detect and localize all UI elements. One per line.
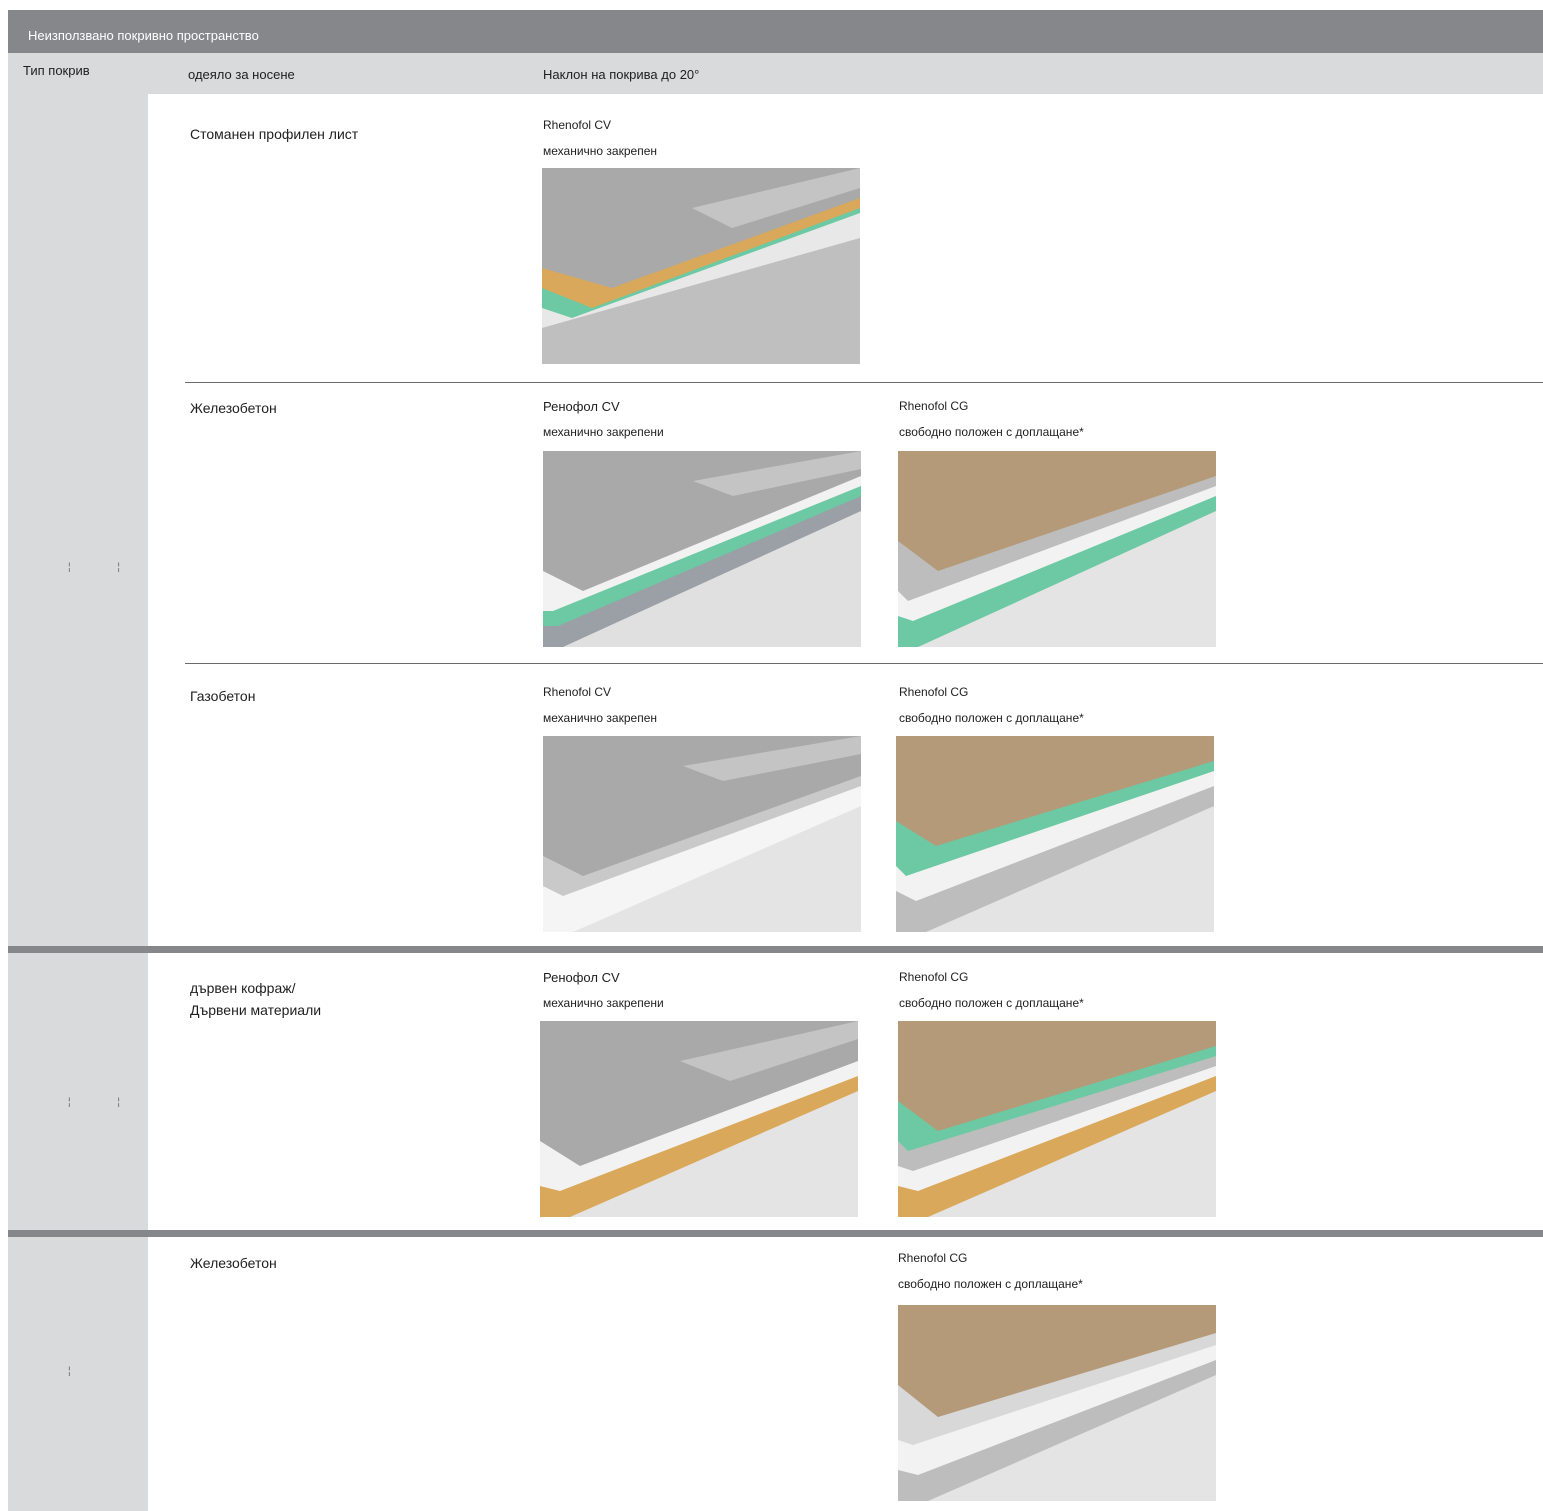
section-divider [8,1230,1543,1237]
deck-label: Железобетон [190,1255,277,1271]
deck-label: Железобетон [190,400,277,416]
roof-type-symbol: ¦ ¦ [68,562,142,573]
roof-build-up-photo [898,1305,1216,1501]
product-desc: механично закрепени [543,996,664,1010]
roof-build-up-photo [898,1021,1216,1217]
table-header-bar: Неизползвано покривно пространство [8,10,1543,53]
product-name: Rhenofol CV [543,118,612,132]
deck-label: Газобетон [190,688,256,704]
roof-build-up-photo [540,1021,858,1217]
product-desc: свободно положен с доплащане* [899,996,1084,1010]
product-desc: механично закрепен [543,711,657,725]
product-desc: механично закрепен [543,144,657,158]
product-name: Ренофол CV [543,970,620,985]
row-divider [185,382,1543,383]
product-name: Rhenofol CG [899,970,969,984]
product-name: Rhenofol CG [898,1251,968,1265]
product-desc: свободно положен с доплащане* [899,711,1084,725]
col-roof-type: Тип покрив [23,63,90,78]
row-divider [185,663,1543,664]
roof-build-up-photo [543,451,861,647]
product-desc: свободно положен с доплащане* [899,425,1084,439]
section-divider [8,946,1543,953]
roof-type-symbol: ¦ ¦ [68,1097,142,1108]
roof-build-up-photo [542,168,860,364]
product-desc: механично закрепени [543,425,664,439]
table-title: Неизползвано покривно пространство [28,28,259,43]
product-name: Ренофол CV [543,399,620,414]
column-header-row: Тип покрив одеяло за носене Наклон на по… [8,53,1543,94]
product-desc: свободно положен с доплащане* [898,1277,1083,1291]
roof-build-up-photo [896,736,1214,932]
product-name: Rhenofol CG [899,685,969,699]
deck-label: Стоманен профилен лист [190,126,359,142]
deck-label: дървен кофраж/ [190,980,296,996]
product-name: Rhenofol CV [543,685,612,699]
roof-type-cell-1 [8,94,148,946]
roof-build-up-photo [543,736,861,932]
product-name: Rhenofol CG [899,399,969,413]
roof-type-cell-2 [8,953,148,1230]
deck-label-line2: Дървени материали [190,1002,322,1018]
roof-type-symbol: ¦ [68,1366,93,1377]
col-deck: одеяло за носене [188,67,295,82]
col-slope: Наклон на покрива до 20° [543,67,700,82]
roof-build-up-photo [898,451,1216,647]
